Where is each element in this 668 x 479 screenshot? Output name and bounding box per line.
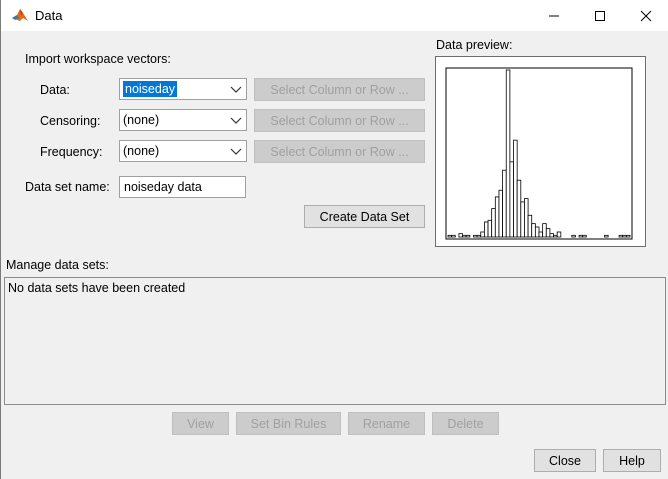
histogram-bar <box>582 234 587 238</box>
histogram-bar <box>458 233 463 238</box>
minimize-button[interactable] <box>531 0 577 31</box>
censoring-select-column-button[interactable]: Select Column or Row ... <box>254 109 425 132</box>
histogram-bar <box>622 234 627 238</box>
histogram-bar <box>473 234 478 238</box>
frequency-dropdown[interactable]: (none) <box>119 140 247 162</box>
histogram-bar <box>465 234 471 238</box>
chevron-down-icon <box>230 117 242 124</box>
close-window-button[interactable] <box>623 0 668 31</box>
matlab-logo-icon <box>12 9 28 21</box>
censoring-dropdown-value: (none) <box>123 113 160 127</box>
close-button[interactable]: Close <box>534 449 596 472</box>
censoring-label: Censoring: <box>40 114 101 128</box>
histogram-bar <box>625 234 631 238</box>
censoring-dropdown[interactable]: (none) <box>119 109 247 131</box>
histogram-bar <box>447 234 453 238</box>
dataset-name-input[interactable] <box>119 176 246 198</box>
view-button[interactable]: View <box>172 412 229 435</box>
histogram-bar <box>520 201 525 238</box>
histogram-bar <box>498 189 503 238</box>
histogram-bar <box>604 234 609 238</box>
data-dropdown-value: noiseday <box>123 81 178 97</box>
import-heading: Import workspace vectors: <box>25 52 171 66</box>
frequency-dropdown-value: (none) <box>123 144 160 158</box>
chevron-down-icon <box>230 86 242 93</box>
histogram-bar <box>491 208 496 238</box>
datasets-empty-message: No data sets have been created <box>8 281 186 295</box>
histogram-bar <box>516 179 522 238</box>
histogram-bar <box>545 228 551 238</box>
histogram-bar <box>476 234 482 238</box>
histogram-bar <box>538 231 544 238</box>
histogram-bar <box>553 234 558 238</box>
title-bar: Data <box>1 0 668 31</box>
histogram-bar <box>462 234 467 238</box>
histogram-bar <box>571 234 576 238</box>
manage-heading: Manage data sets: <box>6 258 109 272</box>
histogram-bar <box>556 231 562 238</box>
data-select-column-button[interactable]: Select Column or Row ... <box>254 78 425 101</box>
frequency-label: Frequency: <box>40 145 103 159</box>
rename-button[interactable]: Rename <box>348 412 425 435</box>
minimize-icon <box>549 15 559 16</box>
histogram-bar <box>509 161 514 238</box>
histogram-bar <box>487 219 493 238</box>
histogram-bar <box>524 198 529 238</box>
histogram-bar <box>527 214 533 238</box>
histogram-bar <box>534 226 540 238</box>
histogram-bar <box>480 231 485 238</box>
datasets-list[interactable]: No data sets have been created <box>4 277 666 405</box>
maximize-button[interactable] <box>577 0 623 31</box>
data-dropdown[interactable]: noiseday <box>119 78 247 100</box>
histogram-bar <box>502 169 507 238</box>
histogram-bar <box>542 223 547 238</box>
set-bin-rules-button[interactable]: Set Bin Rules <box>236 412 341 435</box>
data-dialog: Data Import workspace vectors: Data: noi… <box>0 0 668 479</box>
preview-plot-area <box>445 67 633 240</box>
window-title: Data <box>35 8 63 23</box>
histogram-bar <box>484 221 489 238</box>
delete-button[interactable]: Delete <box>432 412 499 435</box>
histogram-bar <box>549 233 554 238</box>
data-preview-panel <box>435 56 646 247</box>
data-label: Data: <box>40 83 70 97</box>
histogram-bar <box>578 234 584 238</box>
histogram-bar <box>451 234 456 238</box>
dataset-name-label: Data set name: <box>25 180 110 194</box>
histogram-bar <box>531 223 536 238</box>
histogram-bar <box>618 234 624 238</box>
data-preview-histogram <box>445 67 633 240</box>
frequency-select-column-button[interactable]: Select Column or Row ... <box>254 140 425 163</box>
close-icon <box>640 10 652 21</box>
data-preview-label: Data preview: <box>436 38 513 52</box>
chevron-down-icon <box>230 148 242 155</box>
histogram-bar <box>505 69 511 238</box>
maximize-icon <box>595 10 605 21</box>
histogram-bar <box>513 139 518 238</box>
create-data-set-button[interactable]: Create Data Set <box>304 205 425 228</box>
histogram-bar <box>494 196 500 238</box>
help-button[interactable]: Help <box>603 449 661 472</box>
